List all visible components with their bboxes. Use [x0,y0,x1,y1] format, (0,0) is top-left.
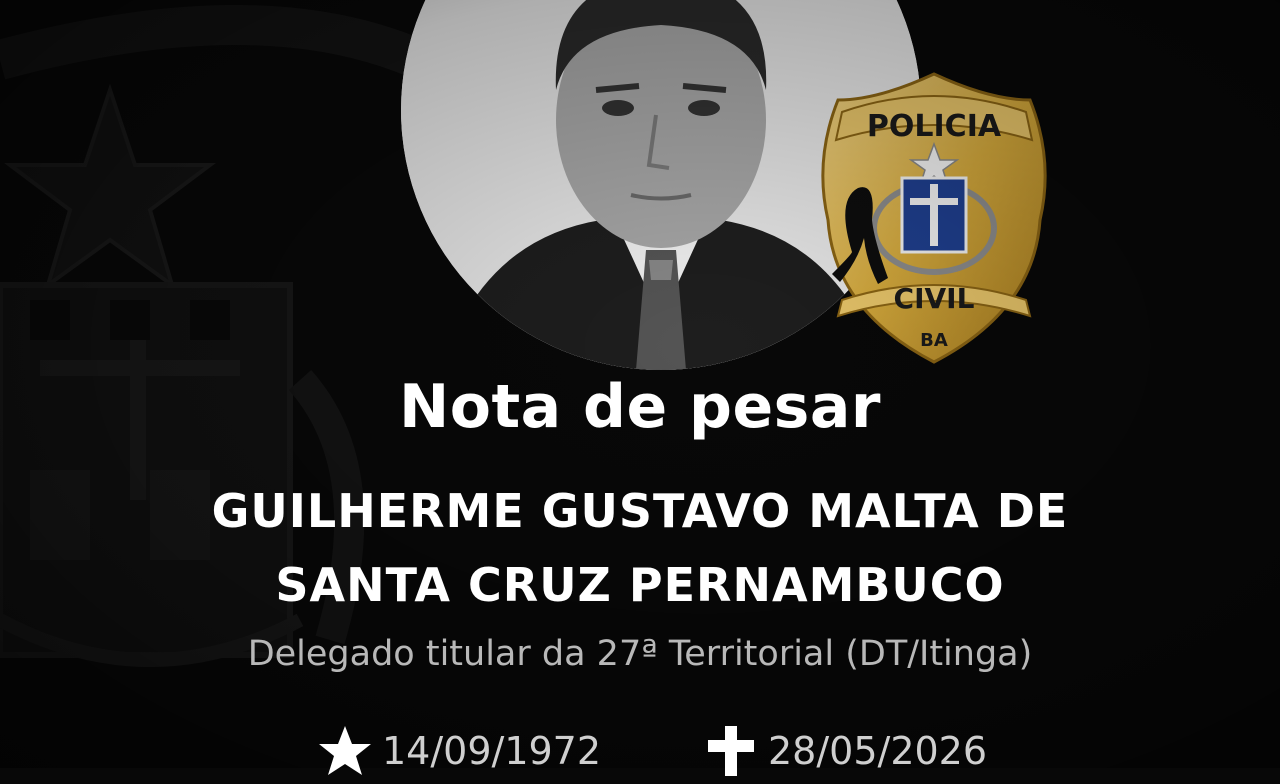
deceased-role: Delegado titular da 27ª Territorial (DT/… [247,634,1033,674]
cross-icon [708,726,754,776]
birth-date-item: 14/09/1972 [318,724,601,778]
badge-state-text: BA [920,330,948,351]
star-icon [319,726,371,775]
birth-date: 14/09/1972 [382,729,602,773]
policia-civil-badge: POLICIA CIVIL BA [821,72,1047,364]
deceased-name-line-2: SANTA CRUZ PERNAMBUCO [275,558,1005,612]
deceased-name-line-1: GUILHERME GUSTAVO MALTA DE [211,484,1069,538]
badge-top-text: POLICIA [867,109,1002,144]
life-dates: 14/09/1972 28/05/2026 [0,724,1280,784]
page-title: Nota de pesar [399,372,881,442]
badge-bottom-text: CIVIL [894,282,975,315]
death-date-item: 28/05/2026 [704,724,987,778]
death-date: 28/05/2026 [768,729,988,773]
